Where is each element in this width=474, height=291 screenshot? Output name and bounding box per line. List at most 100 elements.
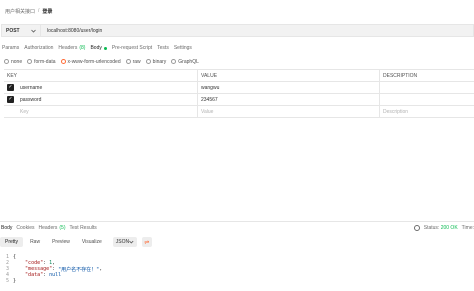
response-tab-cookies[interactable]: Cookies — [15, 225, 37, 231]
breadcrumb: 用户相关接口 / 登录 — [5, 7, 52, 15]
option-label: none — [11, 58, 23, 65]
breadcrumb-current: 登录 — [42, 8, 53, 15]
option-label: binary — [152, 58, 167, 65]
value-cell[interactable]: 234567 — [198, 94, 380, 105]
view-visualize[interactable]: Visualize — [77, 237, 107, 247]
tab-headers[interactable]: Headers (8) — [56, 43, 88, 53]
radio-icon — [27, 59, 33, 64]
radio-icon — [145, 59, 151, 64]
breadcrumb-separator: / — [38, 8, 40, 14]
json-null: null — [49, 272, 62, 278]
code-punctuation: } — [13, 278, 17, 284]
time-label[interactable]: Time: — [462, 225, 474, 231]
headers-count: (8) — [79, 45, 86, 51]
new-value-input[interactable]: Value — [198, 106, 380, 117]
tab-label: Headers — [38, 224, 58, 231]
chevron-down-icon — [129, 240, 134, 244]
radio-selected-icon — [60, 59, 66, 64]
new-description-input[interactable]: Description — [380, 106, 474, 117]
tab-label: Pre-request Script — [111, 45, 153, 51]
status-label: Status: — [423, 225, 440, 231]
params-table: KEY VALUE DESCRIPTION ✓ username wangwu … — [4, 69, 474, 118]
new-row: Key Value Description — [4, 106, 474, 118]
url-input[interactable]: localhost:8080/user/login — [41, 24, 474, 37]
tab-label: Body — [1, 224, 13, 231]
status-group: Status: 200 OK — [424, 225, 458, 231]
radio-icon — [4, 59, 9, 64]
url-bar: POST localhost:8080/user/login — [0, 24, 474, 38]
line-number: 5 — [5, 278, 9, 284]
column-header-value: VALUE — [198, 70, 380, 81]
tab-label: Body — [90, 45, 102, 51]
table-header-row: KEY VALUE DESCRIPTION — [4, 70, 474, 82]
radio-icon — [171, 59, 177, 64]
response-status: Status: 200 OK Time: — [413, 224, 474, 232]
method-label: POST — [6, 27, 20, 34]
wrap-lines-icon[interactable]: ⇌ — [141, 237, 152, 247]
tab-label: Headers — [58, 45, 78, 51]
body-type-options: none form-data x-www-form-urlencoded raw… — [4, 57, 199, 66]
chevron-down-icon — [31, 29, 36, 33]
view-raw[interactable]: Raw — [25, 237, 45, 247]
body-type-binary[interactable]: binary — [145, 58, 167, 65]
code-line: 5} — [0, 278, 102, 284]
option-label: GraphQL — [178, 58, 199, 65]
new-key-input[interactable]: Key — [4, 106, 198, 117]
body-type-urlencoded[interactable]: x-www-form-urlencoded — [60, 58, 121, 65]
status-value[interactable]: 200 OK — [441, 225, 458, 231]
tab-pre-request-script[interactable]: Pre-request Script — [110, 43, 155, 53]
value-cell[interactable]: wangwu — [198, 82, 380, 93]
tab-label: Params — [2, 45, 20, 51]
option-label: x-www-form-urlencoded — [67, 58, 121, 65]
globe-icon[interactable] — [413, 225, 420, 231]
view-pretty[interactable]: Pretty — [0, 237, 24, 247]
pane-divider[interactable] — [0, 221, 474, 222]
format-label: JSON — [115, 239, 130, 245]
table-row: ✓ username wangwu — [4, 82, 474, 94]
tab-label: Tests — [157, 45, 169, 51]
description-cell[interactable] — [380, 94, 474, 105]
tab-label: Cookies — [16, 224, 35, 231]
body-type-none[interactable]: none — [4, 59, 22, 65]
column-header-description: DESCRIPTION — [383, 72, 418, 79]
checkbox-checked-icon[interactable]: ✓ — [7, 96, 14, 103]
breadcrumb-parent[interactable]: 用户相关接口 — [5, 8, 35, 15]
tab-body[interactable]: Body — [88, 43, 109, 53]
tab-settings[interactable]: Settings — [172, 43, 195, 53]
key-placeholder: Key — [20, 108, 29, 115]
key-text: username — [20, 84, 43, 91]
option-label: raw — [132, 58, 141, 65]
response-tab-body[interactable]: Body — [0, 225, 15, 231]
tab-authorization[interactable]: Authorization — [22, 43, 56, 53]
json-key: "data" — [25, 272, 44, 278]
response-view-toolbar: Pretty Raw Preview Visualize JSON ⇌ — [0, 237, 152, 247]
json-string: "用户名不存在！" — [58, 266, 100, 273]
view-preview[interactable]: Preview — [47, 237, 75, 247]
key-cell[interactable]: ✓ password — [4, 94, 198, 105]
format-select[interactable]: JSON — [112, 237, 137, 247]
tab-tests[interactable]: Tests — [155, 43, 172, 53]
body-type-raw[interactable]: raw — [125, 58, 141, 65]
body-indicator-dot-icon — [103, 46, 107, 50]
response-tab-test-results[interactable]: Test Results — [69, 225, 100, 231]
description-cell[interactable] — [380, 82, 474, 93]
table-row: ✓ password 234567 — [4, 94, 474, 106]
key-text: password — [20, 96, 42, 103]
key-cell[interactable]: ✓ username — [4, 82, 198, 93]
tab-label: Authorization — [24, 45, 54, 51]
column-header-key: KEY — [4, 70, 198, 81]
response-tab-headers[interactable]: Headers (5) — [37, 225, 68, 231]
checkbox-placeholder — [7, 108, 14, 115]
response-tabs: Body Cookies Headers (5) Test Results — [0, 223, 100, 232]
tab-label: Settings — [173, 45, 192, 51]
tab-params[interactable]: Params — [0, 43, 22, 53]
body-type-graphql[interactable]: GraphQL — [171, 59, 199, 65]
option-label: form-data — [34, 58, 56, 65]
response-headers-count: (5) — [59, 224, 66, 231]
tab-label: Test Results — [69, 224, 97, 231]
radio-icon — [125, 59, 131, 64]
request-tabs: Params Authorization Headers (8) Body Pre… — [0, 43, 195, 53]
method-select[interactable]: POST — [1, 24, 41, 37]
checkbox-checked-icon[interactable]: ✓ — [7, 84, 14, 91]
body-type-form-data[interactable]: form-data — [27, 58, 56, 65]
